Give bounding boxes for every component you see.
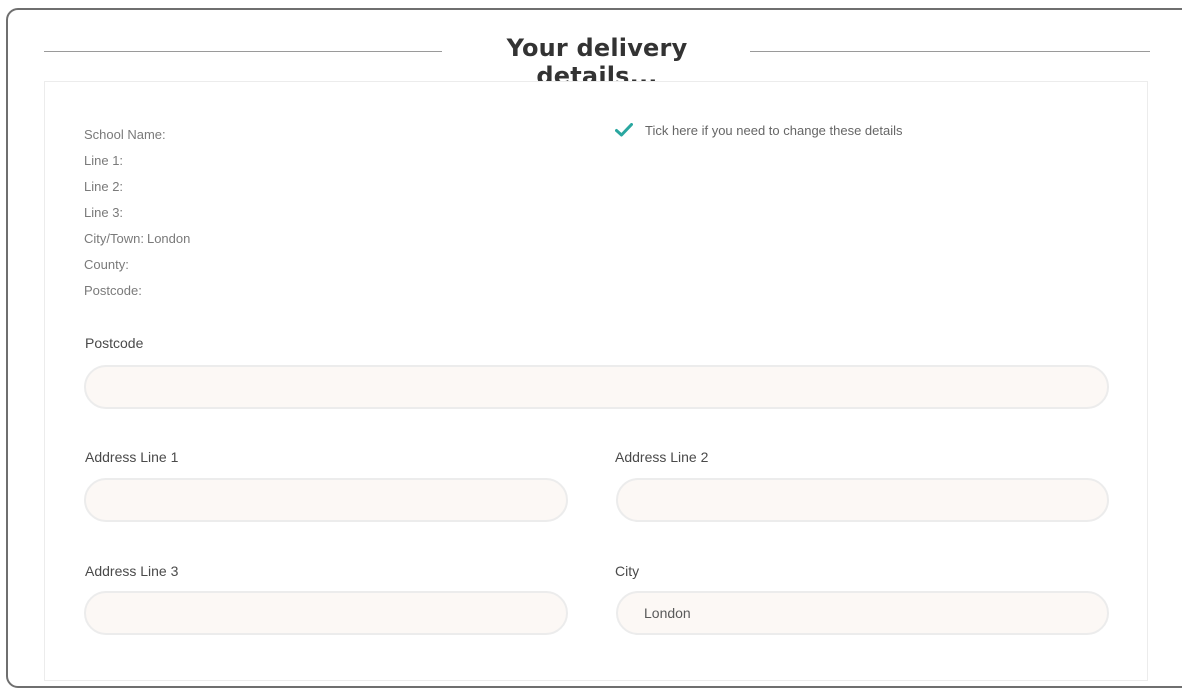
postcode-label: Postcode <box>85 335 144 351</box>
summary-postcode: Postcode: <box>84 278 190 304</box>
summary-label: Line 2: <box>84 179 124 194</box>
summary-label: Line 1: <box>84 153 124 168</box>
checkmark-icon[interactable] <box>614 120 634 140</box>
change-details-toggle[interactable]: Tick here if you need to change these de… <box>614 120 903 140</box>
address-line-2-label: Address Line 2 <box>615 449 709 465</box>
title-divider-left <box>44 51 442 52</box>
address-line-2-input[interactable] <box>616 478 1109 522</box>
summary-city-town: City/Town: London <box>84 226 190 252</box>
summary-label: Line 3: <box>84 205 124 220</box>
address-line-1-input[interactable] <box>84 478 568 522</box>
summary-school-name: School Name: <box>84 122 190 148</box>
summary-label: Postcode: <box>84 283 142 298</box>
summary-line-3: Line 3: <box>84 200 190 226</box>
summary-line-2: Line 2: <box>84 174 190 200</box>
title-divider-right <box>750 51 1150 52</box>
postcode-input[interactable] <box>84 365 1109 409</box>
summary-label: County: <box>84 257 129 272</box>
summary-county: County: <box>84 252 190 278</box>
address-line-3-input[interactable] <box>84 591 568 635</box>
city-input[interactable] <box>616 591 1109 635</box>
summary-line-1: Line 1: <box>84 148 190 174</box>
city-label: City <box>615 563 640 579</box>
title-row: Your delivery details... <box>44 30 1150 90</box>
change-details-label: Tick here if you need to change these de… <box>645 122 903 138</box>
address-line-1-label: Address Line 1 <box>85 449 179 465</box>
summary-label: City/Town: <box>84 231 144 246</box>
summary-label: School Name: <box>84 127 166 142</box>
address-line-3-label: Address Line 3 <box>85 563 179 579</box>
address-summary: School Name: Line 1: Line 2: Line 3: Cit… <box>84 122 190 304</box>
summary-value: London <box>146 231 191 246</box>
